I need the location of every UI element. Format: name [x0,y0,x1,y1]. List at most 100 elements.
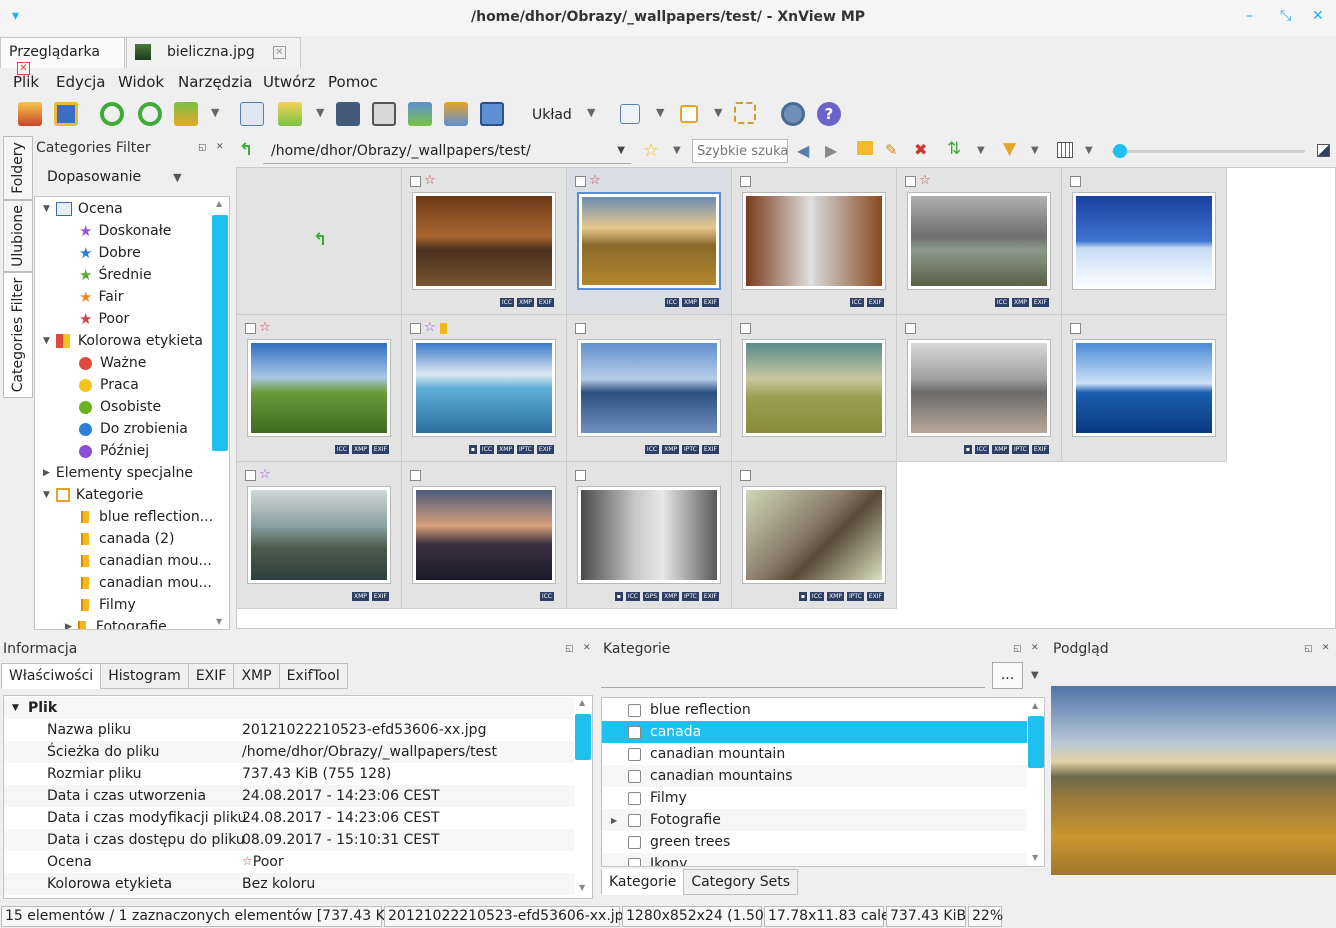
filter-mode-select[interactable]: Dopasowanie ▼ [47,169,182,185]
delete-icon[interactable]: ✖ [914,140,927,159]
menu-plik[interactable]: Plik [13,73,39,91]
tree-item-category[interactable]: blue reflection... [81,506,213,528]
tree-item-category[interactable]: Filmy [81,594,136,616]
select-checkbox[interactable] [740,323,751,334]
compare-icon[interactable] [620,104,640,124]
table-row[interactable]: Ocena ☆Poor [4,851,574,873]
list-item[interactable]: Filmy [602,787,1027,809]
chevron-down-icon[interactable]: ▼ [316,106,324,119]
select-checkbox[interactable] [1070,323,1081,334]
tab-properties[interactable]: Właściwości [1,663,102,689]
menu-pomoc[interactable]: Pomoc [328,73,378,91]
tab-image[interactable]: bieliczna.jpg ✕ [126,37,301,68]
scroll-up-icon[interactable]: ▲ [216,199,222,208]
tree-item-category[interactable]: ▶ Fotografie [65,616,167,629]
collapse-arrow-icon[interactable]: ▼ [12,703,19,713]
forward-icon[interactable]: ▶ [825,141,837,160]
star-filter-icon[interactable]: ☆ [643,140,659,161]
close-panel-icon[interactable]: ✕ [216,142,224,152]
menu-utworz[interactable]: Utwórz [263,73,315,91]
info-icon[interactable] [240,102,264,126]
slider-handle[interactable] [1113,144,1127,158]
collapse-arrow-icon[interactable]: ▼ [43,336,50,346]
tab-xmp[interactable]: XMP [233,663,280,689]
gear-icon[interactable] [781,102,805,126]
tab-browser[interactable]: Przeglądarka✕ [0,37,125,75]
layout-label[interactable]: Układ [532,107,572,123]
select-checkbox[interactable] [410,323,421,334]
tree-item-category[interactable]: canadian mou... [81,572,212,594]
menu-narzedzia[interactable]: Narzędzia [178,73,252,91]
convert-icon[interactable] [408,102,432,126]
chevron-down-icon[interactable]: ▼ [714,106,722,119]
preview-image[interactable] [1051,686,1336,875]
thumbnail-item[interactable]: ☆ ICC XMP EXIF [402,168,567,315]
list-item[interactable]: green trees [602,831,1027,853]
tree-item-rating[interactable]: ★ Doskonałe [79,220,171,242]
category-checkbox[interactable] [628,703,641,717]
category-checkbox[interactable] [628,813,641,827]
chevron-down-icon[interactable]: ▼ [1085,145,1093,156]
category-checkbox[interactable] [628,835,641,849]
batch-icon[interactable] [444,102,468,126]
tree-item-color[interactable]: Ważne [79,352,146,374]
rotate-right-icon[interactable] [138,102,162,126]
panel-toggle-icon[interactable] [1317,144,1330,157]
select-checkbox[interactable] [575,323,586,334]
category-checkbox[interactable] [628,791,641,805]
tab-exif[interactable]: EXIF [187,663,235,689]
tree-item-rating[interactable]: ★ Poor [79,308,129,330]
tree-rating[interactable]: Ocena [78,201,123,217]
select-checkbox[interactable] [575,176,586,187]
rotate-left-icon[interactable] [100,102,124,126]
thumbnail-item[interactable]: ICC XMP IPTC EXIF [567,315,732,462]
category-search-input[interactable] [601,664,985,688]
thumbnail-item[interactable]: ▪ ICC XMP IPTC EXIF [732,462,897,609]
thumbnail-item[interactable]: ICC [402,462,567,609]
table-row[interactable]: Kolorowa etykieta Bez koloru [4,873,574,895]
scroll-up-icon[interactable]: ▲ [579,698,585,707]
filter-icon[interactable]: ▼ [1003,139,1016,159]
tab-exiftool[interactable]: ExifTool [278,663,348,689]
tree-scrollbar[interactable] [212,215,228,451]
chevron-down-icon[interactable]: ▼ [1031,670,1039,681]
scroll-down-icon[interactable]: ▼ [579,883,585,892]
tree-special[interactable]: Elementy specjalne [56,465,193,481]
float-panel-icon[interactable]: ◱ [565,644,574,654]
table-row[interactable]: Data i czas modyfikacji pliku 24.08.2017 … [4,807,574,829]
chevron-down-icon[interactable]: ▼ [617,145,625,156]
float-panel-icon[interactable]: ◱ [1304,644,1313,654]
tree-item-color[interactable]: Praca [79,374,139,396]
rename-icon[interactable]: ✎ [885,141,898,159]
tab-categories-filter[interactable]: Categories Filter [3,272,33,398]
scroll-down-icon[interactable]: ▼ [1032,853,1038,862]
tree-item-color[interactable]: Do zrobienia [79,418,188,440]
tree-item-rating[interactable]: ★ Fair [79,286,123,308]
select-checkbox[interactable] [1070,176,1081,187]
thumbnail-item[interactable]: ☆ XMP EXIF [237,462,402,609]
chevron-down-icon[interactable]: ▼ [656,106,664,119]
table-row[interactable]: Data i czas dostępu do pliku 08.09.2017 -… [4,829,574,851]
bookmark-icon[interactable] [680,105,698,123]
float-panel-icon[interactable]: ◱ [198,143,207,153]
tree-categories[interactable]: Kategorie [76,487,143,503]
category-checkbox[interactable] [628,725,641,739]
tree-item-color[interactable]: Osobiste [79,396,161,418]
category-checkbox[interactable] [628,769,641,783]
list-item[interactable]: canadian mountains [602,765,1027,787]
select-checkbox[interactable] [245,470,256,481]
table-row[interactable]: Data i czas utworzenia 24.08.2017 - 14:23… [4,785,574,807]
select-checkbox[interactable] [410,470,421,481]
thumbnail-item[interactable]: ▪ ICC XMP IPTC EXIF [897,315,1062,462]
properties-scrollbar[interactable] [575,714,591,760]
scroll-down-icon[interactable]: ▼ [216,617,222,626]
new-folder-icon[interactable] [857,141,873,155]
scroll-up-icon[interactable]: ▲ [1032,701,1038,710]
tree-item-color[interactable]: Później [79,440,149,462]
thumbnail-item[interactable]: ICC EXIF [732,168,897,315]
chevron-down-icon[interactable]: ▼ [211,106,219,119]
tree-item-category[interactable]: canada (2) [81,528,174,550]
open-icon[interactable] [18,102,42,126]
tree-item-rating[interactable]: ★ Dobre [79,242,141,264]
list-item-selected[interactable]: canada [602,721,1027,743]
